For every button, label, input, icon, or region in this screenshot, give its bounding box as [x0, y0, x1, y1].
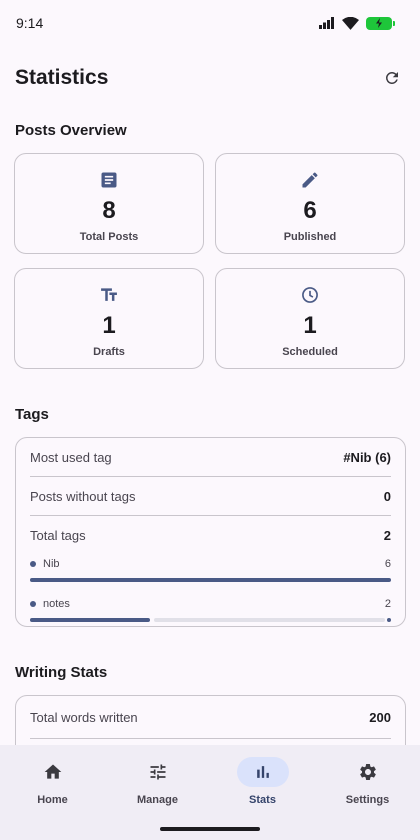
tag-bar-notes: notes 2 — [30, 596, 391, 622]
total-posts-value: 8 — [102, 197, 116, 224]
signal-icon — [319, 17, 334, 29]
nav-item-manage[interactable]: Manage — [113, 757, 203, 806]
bar-chart-icon — [256, 766, 269, 778]
drafts-card[interactable]: 1 Drafts — [14, 268, 204, 369]
tag-bar-nib: Nib 6 — [30, 556, 391, 582]
total-posts-label: Total Posts — [79, 231, 139, 243]
row-label: Total tags — [30, 527, 86, 543]
status-time: 9:14 — [16, 15, 44, 31]
nav-label: Home — [37, 794, 68, 806]
row-label: Total words written — [30, 709, 138, 725]
tag-progress-fill — [30, 578, 391, 582]
tags-title: Tags — [15, 406, 49, 423]
tag-name: notes — [43, 598, 70, 610]
refresh-icon — [385, 71, 398, 84]
sliders-icon — [150, 764, 165, 780]
battery-icon — [366, 16, 395, 30]
scheduled-card[interactable]: 1 Scheduled — [215, 268, 405, 369]
tag-name: Nib — [43, 558, 60, 570]
total-words-row: Total words written 200 — [30, 696, 391, 738]
drafts-label: Drafts — [93, 346, 125, 358]
gear-icon — [359, 764, 376, 780]
nav-label: Stats — [249, 794, 276, 806]
refresh-button[interactable] — [380, 66, 404, 90]
nav-item-home[interactable]: Home — [8, 757, 98, 806]
wifi-icon — [342, 16, 359, 30]
total-tags-row: Total tags 2 — [30, 516, 391, 554]
tag-progress-bar — [30, 618, 391, 622]
document-icon — [98, 169, 120, 191]
text-format-icon — [98, 284, 120, 306]
row-value: 2 — [383, 527, 391, 543]
bottom-navigation: Home Manage Stats Settings — [0, 745, 420, 840]
status-icons — [319, 16, 395, 30]
tag-progress-fill — [30, 618, 151, 622]
published-card[interactable]: 6 Published — [215, 153, 405, 254]
home-indicator — [160, 827, 260, 831]
tag-progress-rest — [154, 618, 385, 622]
tag-count: 6 — [384, 558, 391, 570]
row-value: 200 — [369, 709, 391, 725]
bullet-dot — [30, 601, 36, 607]
nav-label: Settings — [345, 794, 390, 806]
published-label: Published — [283, 231, 337, 243]
pencil-icon — [299, 169, 321, 191]
row-label: Most used tag — [30, 449, 112, 465]
scheduled-label: Scheduled — [282, 346, 338, 358]
bullet-dot — [30, 561, 36, 567]
nav-label: Manage — [137, 794, 178, 806]
row-value: #Nib (6) — [343, 449, 391, 465]
row-value: 0 — [383, 488, 391, 504]
writing-stats-title: Writing Stats — [15, 664, 108, 681]
nav-item-settings[interactable]: Settings — [323, 757, 413, 806]
status-bar: 9:14 — [0, 0, 420, 46]
home-icon — [44, 764, 61, 779]
posts-without-tags-row: Posts without tags 0 — [30, 477, 391, 515]
clock-icon — [299, 284, 321, 306]
app-bar: Statistics — [0, 58, 420, 98]
divider — [30, 738, 391, 739]
page-title: Statistics — [15, 66, 109, 89]
tags-card: Most used tag #Nib (6) Posts without tag… — [15, 437, 406, 627]
tag-progress-bar — [30, 578, 391, 582]
published-value: 6 — [303, 197, 317, 224]
posts-overview-title: Posts Overview — [15, 122, 127, 139]
nav-item-stats[interactable]: Stats — [218, 757, 308, 806]
total-posts-card[interactable]: 8 Total Posts — [14, 153, 204, 254]
row-label: Posts without tags — [30, 488, 136, 504]
scheduled-value: 1 — [303, 312, 317, 339]
tag-count: 2 — [384, 598, 391, 610]
drafts-value: 1 — [102, 312, 116, 339]
most-used-tag-row: Most used tag #Nib (6) — [30, 438, 391, 476]
tag-progress-end — [387, 618, 391, 622]
